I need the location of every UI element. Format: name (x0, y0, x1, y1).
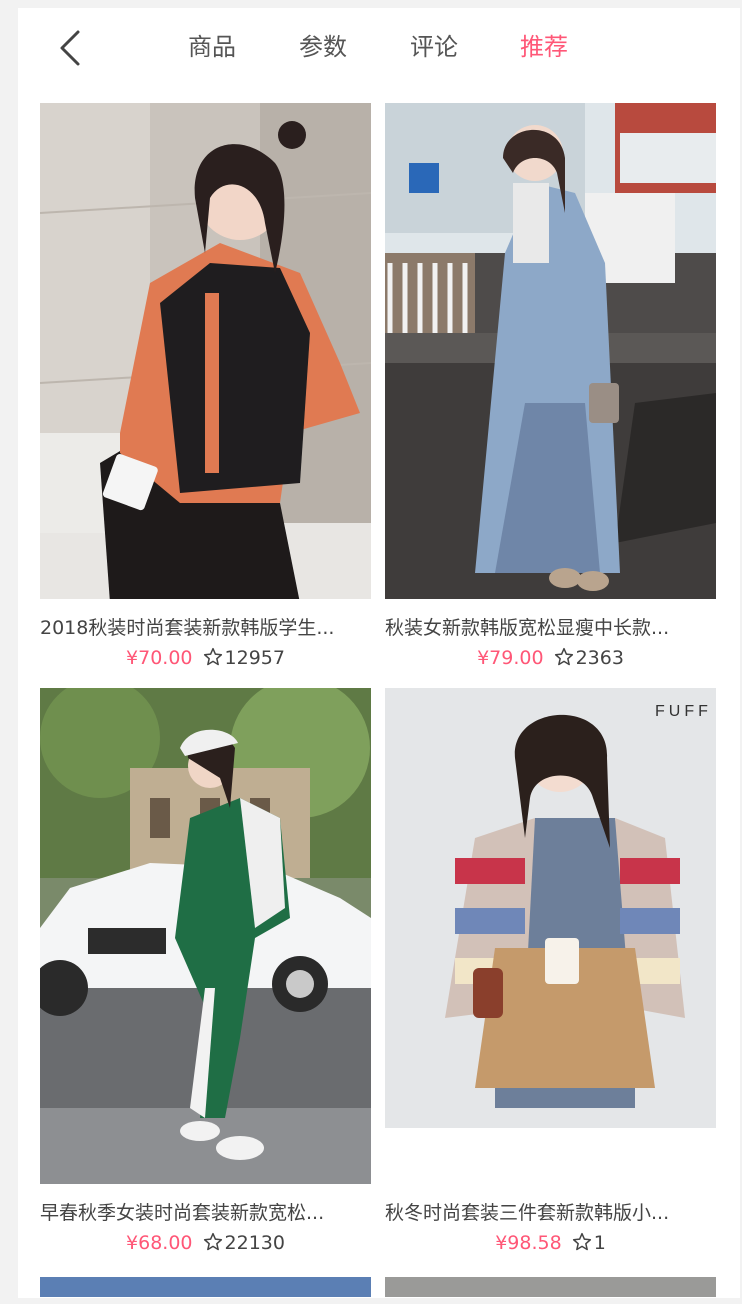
favorite-count: 22130 (224, 1232, 285, 1254)
product-image[interactable] (40, 688, 371, 1184)
favorite-count: 12957 (224, 647, 285, 669)
product-title[interactable]: 早春秋季女装时尚套装新款宽松... (40, 1200, 371, 1226)
tab-params[interactable]: 参数 (299, 32, 347, 62)
chevron-left-icon (60, 30, 80, 66)
product-card[interactable]: FUFF 秋冬时尚套装三件套新款韩版小... ¥98.58 1 (385, 688, 716, 1263)
product-image[interactable]: FUFF (385, 688, 716, 1184)
app-screen: 商品 参数 评论 推荐 2018秋装时尚套装新款韩版学生... ¥70.00 1… (18, 8, 740, 1298)
product-image[interactable] (385, 103, 716, 599)
product-price: ¥70.00 (126, 647, 193, 669)
product-meta: ¥70.00 12957 (40, 645, 371, 671)
svg-text:FUFF: FUFF (655, 703, 712, 720)
product-card[interactable]: 早春秋季女装时尚套装新款宽松... ¥68.00 22130 (40, 688, 371, 1263)
product-title[interactable]: 秋装女新款韩版宽松显瘦中长款... (385, 615, 716, 641)
product-meta: ¥68.00 22130 (40, 1230, 371, 1256)
star-outline-icon[interactable] (572, 1232, 592, 1252)
star-outline-icon[interactable] (203, 1232, 223, 1252)
product-title[interactable]: 2018秋装时尚套装新款韩版学生... (40, 615, 371, 641)
product-image[interactable] (40, 103, 371, 599)
product-price: ¥79.00 (477, 647, 544, 669)
product-meta: ¥98.58 1 (385, 1230, 716, 1256)
next-product-image-peek[interactable] (40, 1277, 371, 1297)
product-price: ¥98.58 (495, 1232, 562, 1254)
next-product-image-peek[interactable] (385, 1277, 716, 1297)
product-title[interactable]: 秋冬时尚套装三件套新款韩版小... (385, 1200, 716, 1226)
tab-goods[interactable]: 商品 (188, 32, 236, 62)
product-price: ¥68.00 (126, 1232, 193, 1254)
product-card[interactable]: 秋装女新款韩版宽松显瘦中长款... ¥79.00 2363 (385, 103, 716, 678)
product-card[interactable]: 2018秋装时尚套装新款韩版学生... ¥70.00 12957 (40, 103, 371, 678)
favorite-count: 1 (593, 1232, 606, 1254)
tab-recommend[interactable]: 推荐 (520, 32, 568, 62)
star-outline-icon[interactable] (203, 647, 223, 667)
back-button[interactable] (56, 28, 86, 68)
tab-comments[interactable]: 评论 (410, 32, 458, 62)
star-outline-icon[interactable] (554, 647, 574, 667)
product-meta: ¥79.00 2363 (385, 645, 716, 671)
top-nav-bar: 商品 参数 评论 推荐 (18, 8, 740, 86)
favorite-count: 2363 (575, 647, 624, 669)
